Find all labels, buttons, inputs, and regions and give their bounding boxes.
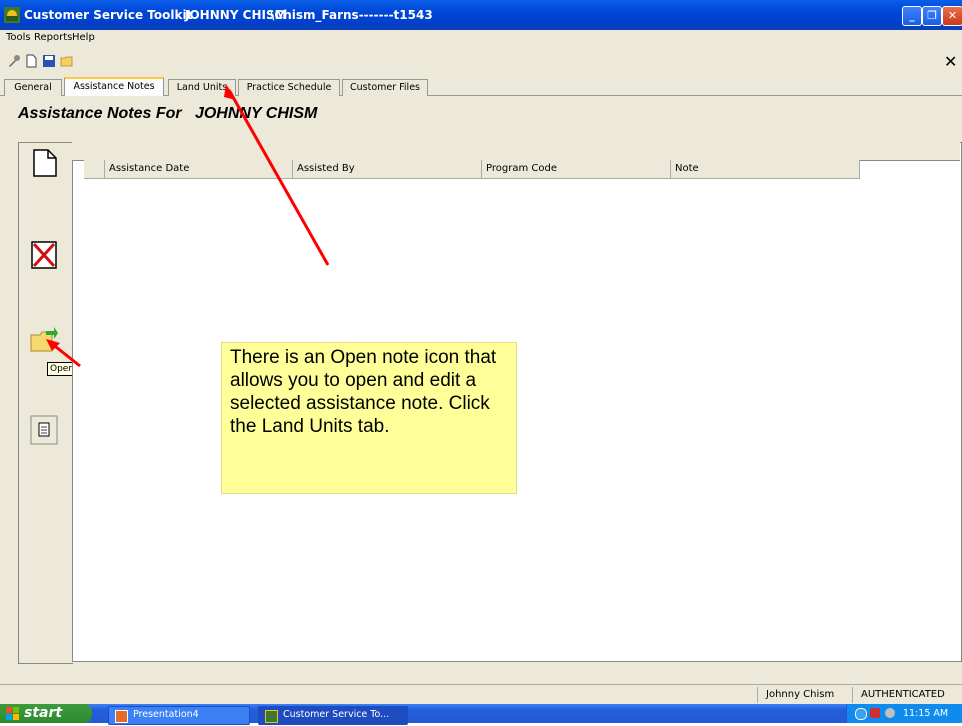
toolbar: ✕: [0, 46, 962, 76]
red-x-icon[interactable]: [30, 240, 58, 270]
notes-grid[interactable]: [72, 142, 962, 662]
column-separator: [670, 160, 671, 178]
column-separator: [481, 160, 482, 178]
close-icon[interactable]: ✕: [944, 52, 957, 71]
window-title-path: \Chism_Farns-------t1543: [270, 8, 433, 22]
column-assisted-by[interactable]: Assisted By: [297, 163, 355, 174]
page-title-customer: JOHNNY CHISM: [194, 105, 318, 122]
column-separator: [292, 160, 293, 178]
new-document-icon[interactable]: [24, 54, 38, 68]
notepad-icon[interactable]: [30, 415, 58, 445]
column-program-code[interactable]: Program Code: [486, 163, 557, 174]
close-window-button[interactable]: ✕: [942, 6, 962, 26]
volume-icon[interactable]: [885, 708, 895, 718]
title-bar: Customer Service Toolkit JOHNNY CHISM \C…: [0, 0, 962, 30]
tab-general[interactable]: General: [4, 79, 62, 96]
tab-practice-schedule[interactable]: Practice Schedule: [238, 79, 340, 96]
instruction-callout: There is an Open note icon that allows y…: [221, 342, 517, 494]
clock: 11:15 AM: [903, 708, 949, 719]
column-separator: [859, 160, 860, 178]
save-icon[interactable]: [42, 54, 56, 68]
menu-reports[interactable]: Reports: [34, 32, 72, 43]
menu-help[interactable]: Help: [72, 32, 95, 43]
app-taskbar-icon: [265, 710, 278, 723]
window-title: Customer Service Toolkit: [24, 8, 193, 22]
network-icon[interactable]: [855, 708, 867, 720]
windows-logo-icon: [6, 707, 19, 720]
open-folder-icon[interactable]: [60, 54, 74, 68]
system-tray: 11:15 AM: [846, 704, 962, 723]
tab-land-units[interactable]: Land Units: [168, 79, 236, 96]
column-assistance-date[interactable]: Assistance Date: [109, 163, 189, 174]
maximize-button[interactable]: ❐: [922, 6, 942, 26]
column-separator: [104, 160, 105, 178]
grid-header: [84, 160, 860, 179]
grid-top-bar: [72, 142, 960, 161]
menu-bar: Tools Reports Help: [0, 30, 962, 46]
taskbar-item-label: Presentation4: [133, 709, 199, 720]
taskbar-item-customer-service[interactable]: Customer Service To...: [258, 706, 408, 725]
powerpoint-icon: [115, 710, 128, 723]
app-icon: [4, 7, 20, 23]
tab-assistance-notes[interactable]: Assistance Notes: [64, 77, 164, 98]
page-title-prefix: Assistance Notes For: [18, 105, 182, 122]
tab-customer-files[interactable]: Customer Files: [342, 79, 428, 96]
security-icon[interactable]: [870, 708, 880, 718]
status-auth: AUTHENTICATED: [852, 687, 961, 703]
page-title: Assistance Notes For JOHNNY CHISM: [18, 105, 317, 123]
wrench-icon[interactable]: [7, 54, 21, 68]
minimize-button[interactable]: _: [902, 6, 922, 26]
start-button[interactable]: start: [0, 704, 92, 723]
column-note[interactable]: Note: [675, 163, 699, 174]
menu-tools[interactable]: Tools: [6, 32, 31, 43]
taskbar-item-label: Customer Service To...: [283, 709, 390, 720]
open-folder-icon[interactable]: [30, 327, 58, 357]
taskbar-item-presentation[interactable]: Presentation4: [108, 706, 250, 725]
status-user: Johnny Chism: [757, 687, 846, 703]
new-page-icon[interactable]: [30, 148, 58, 178]
start-label: start: [24, 705, 63, 721]
action-sidebar: [18, 142, 73, 664]
